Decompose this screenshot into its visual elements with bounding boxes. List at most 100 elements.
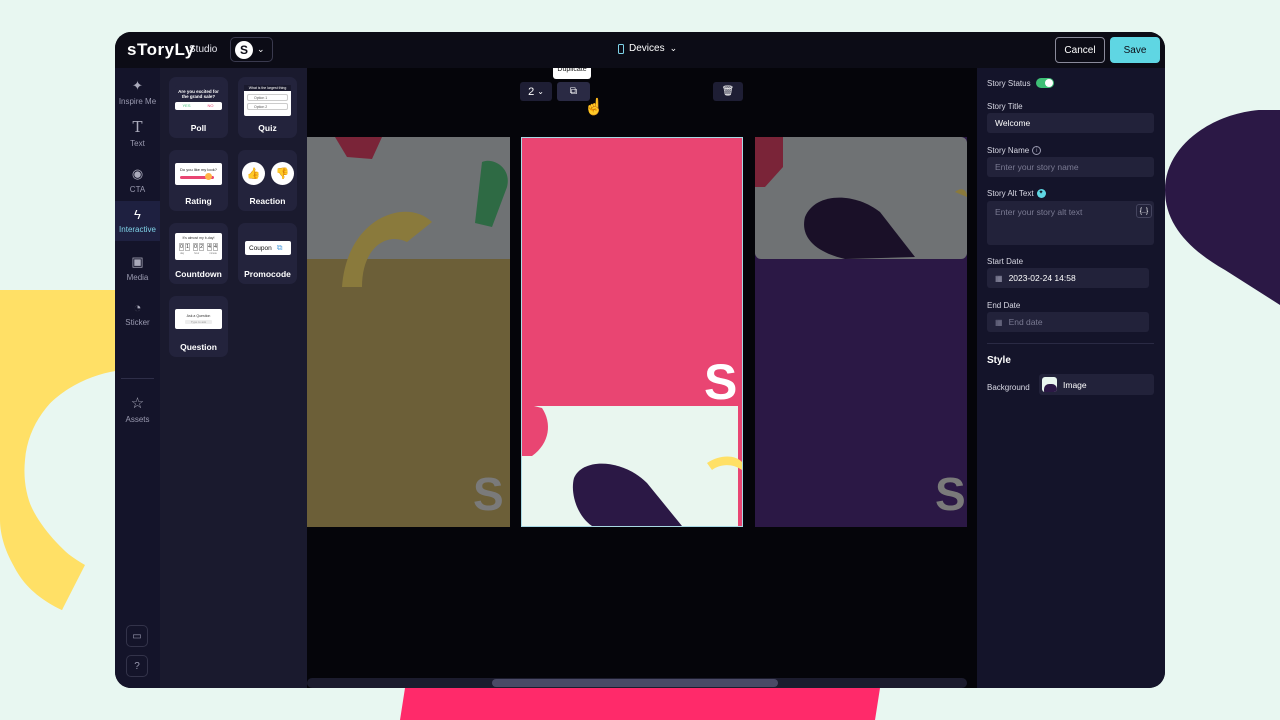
card-label: Question — [180, 342, 217, 352]
story-status-label: Story Status — [987, 79, 1031, 88]
story-title-label: Story Title — [987, 102, 1023, 111]
nav-divider — [121, 378, 154, 379]
account-switcher[interactable]: S ⌄ — [230, 37, 273, 62]
story-alt-placeholder: Enter your story alt text — [995, 207, 1083, 217]
card-label: Countdown — [175, 269, 222, 279]
rating-card[interactable]: Do you like my look? Rating — [169, 150, 228, 211]
nav-text[interactable]: T Text — [115, 116, 160, 150]
sticker-icon: ◔ — [133, 300, 142, 315]
story-page-1[interactable]: S — [307, 137, 510, 527]
story-name-input[interactable]: Enter your story name — [987, 157, 1154, 177]
help-icon[interactable]: ? — [126, 655, 148, 677]
poll-option-b: NO — [207, 103, 214, 108]
background-selector[interactable]: Image — [1039, 374, 1154, 395]
story-canvas: 2 ⌄ ⧉ Duplicate ☝ 🗑 S S S — [307, 68, 977, 688]
story-title-input[interactable]: Welcome — [987, 113, 1154, 133]
countdown-unit: hour — [194, 252, 200, 255]
scrollbar-thumb[interactable] — [492, 679, 778, 687]
card-label: Promocode — [244, 269, 291, 279]
poll-option-a: YES — [182, 103, 191, 108]
storyly-logo[interactable]: sToryLy — [127, 40, 195, 60]
nav-label: Media — [126, 273, 149, 282]
countdown-title: It's almost my b-day! — [182, 236, 215, 240]
story-status-toggle[interactable] — [1036, 78, 1054, 88]
promocode-text: Coupon — [249, 244, 272, 252]
properties-panel: Story Status Story Title Welcome Story N… — [977, 68, 1165, 688]
nav-cta[interactable]: ◉ CTA — [115, 164, 160, 198]
countdown-card[interactable]: It's almost my b-day! 0 1 0 2 4 4 day ho… — [169, 223, 228, 284]
chevron-down-icon: ⌄ — [669, 43, 678, 53]
section-divider — [987, 343, 1154, 344]
duplicate-icon: ⧉ — [569, 86, 578, 97]
quiz-option-2: Option 2 — [247, 103, 288, 110]
nav-inspire-me[interactable]: ✦ Inspire Me — [115, 74, 160, 108]
chevron-down-icon: ⌄ — [537, 87, 544, 96]
bg-pink-bar — [400, 688, 880, 720]
image-icon: ▣ — [131, 254, 144, 269]
poll-options: YES NO — [175, 102, 222, 110]
devices-dropdown[interactable]: Devices ⌄ — [618, 43, 677, 54]
save-button[interactable]: Save — [1110, 37, 1160, 63]
component-panel: Are you excited for the grand sale? YES … — [160, 68, 307, 688]
page-selector[interactable]: 2 ⌄ — [520, 82, 552, 101]
trash-icon: 🗑 — [721, 86, 735, 97]
question-input: Type to ask — [184, 320, 213, 324]
page-number: 2 — [528, 85, 535, 98]
nav-assets[interactable]: ☆ Assets — [115, 394, 160, 428]
end-date-placeholder: End date — [1008, 317, 1043, 327]
thumbs-down-icon: 👎 — [271, 162, 294, 185]
horizontal-scrollbar[interactable] — [307, 678, 967, 688]
page-2-artwork — [522, 138, 742, 526]
variable-button[interactable]: {..} — [1136, 204, 1152, 218]
story-name-label: Story Name i — [987, 146, 1042, 156]
promocode-card[interactable]: Coupon ⧉ Promocode — [238, 223, 297, 284]
story-page-2[interactable]: S — [521, 137, 743, 527]
countdown-unit: day — [180, 252, 185, 255]
countdown-units: day hour minute — [175, 252, 222, 255]
nav-media[interactable]: ▣ Media — [115, 252, 160, 286]
card-label: Reaction — [249, 196, 286, 206]
cancel-button[interactable]: Cancel — [1055, 37, 1105, 63]
countdown-digit: 4 — [207, 243, 212, 251]
studio-window: sToryLy Studio S ⌄ Devices ⌄ Cancel Save… — [115, 32, 1165, 688]
nav-label: CTA — [129, 185, 146, 194]
countdown-digits: 0 1 0 2 4 4 — [175, 243, 222, 251]
info-icon: i — [1032, 146, 1042, 156]
studio-label: Studio — [189, 44, 218, 55]
chevron-down-icon: ⌄ — [257, 44, 265, 54]
start-date-input[interactable]: ▦ 2023-02-24 14:58 — [987, 268, 1149, 288]
countdown-digit: 2 — [199, 243, 204, 251]
countdown-digit: 0 — [179, 243, 184, 251]
reaction-card[interactable]: 👍 👎 Reaction — [238, 150, 297, 211]
image-thumb-icon — [1042, 377, 1057, 392]
end-date-input[interactable]: ▦ End date — [987, 312, 1149, 332]
delete-button[interactable]: 🗑 — [713, 82, 743, 101]
copy-icon: ⧉ — [276, 243, 283, 252]
story-alt-input[interactable]: Enter your story alt text — [987, 201, 1154, 245]
nav-label: Assets — [125, 415, 150, 424]
nav-label: Sticker — [125, 318, 150, 327]
story-alt-label: Story Alt Text ✦ — [987, 189, 1046, 199]
nav-label: Interactive — [119, 225, 156, 234]
card-label: Quiz — [258, 123, 277, 133]
story-page-3[interactable]: S — [755, 137, 967, 527]
bg-purple-arc — [1165, 110, 1280, 305]
end-date-label: End Date — [987, 301, 1021, 310]
accessibility-icon: ✦ — [1036, 189, 1046, 199]
left-nav: ✦ Inspire Me T Text ◉ CTA ϟ Interactive … — [115, 68, 160, 688]
bolt-icon: ϟ — [134, 207, 141, 222]
question-card[interactable]: Ask a Question Type to ask Question — [169, 296, 228, 357]
story-name-text: Story Name — [987, 146, 1030, 155]
quiz-card[interactable]: What is the largest thing Option 1 Optio… — [238, 77, 297, 138]
top-bar: sToryLy Studio S ⌄ Devices ⌄ Cancel Save — [115, 32, 1165, 68]
nav-interactive[interactable]: ϟ Interactive — [115, 201, 160, 241]
calendar-icon: ▦ — [995, 317, 1003, 327]
nav-sticker[interactable]: ◔ Sticker — [115, 296, 160, 330]
chat-icon[interactable]: ▭ — [126, 625, 148, 647]
background-value: Image — [1063, 379, 1087, 390]
poll-card[interactable]: Are you excited for the grand sale? YES … — [169, 77, 228, 138]
nav-label: Inspire Me — [118, 97, 157, 106]
rating-question: Do you like my look? — [180, 167, 217, 172]
countdown-digit: 0 — [193, 243, 198, 251]
rating-thumb: Do you like my look? — [175, 163, 222, 185]
